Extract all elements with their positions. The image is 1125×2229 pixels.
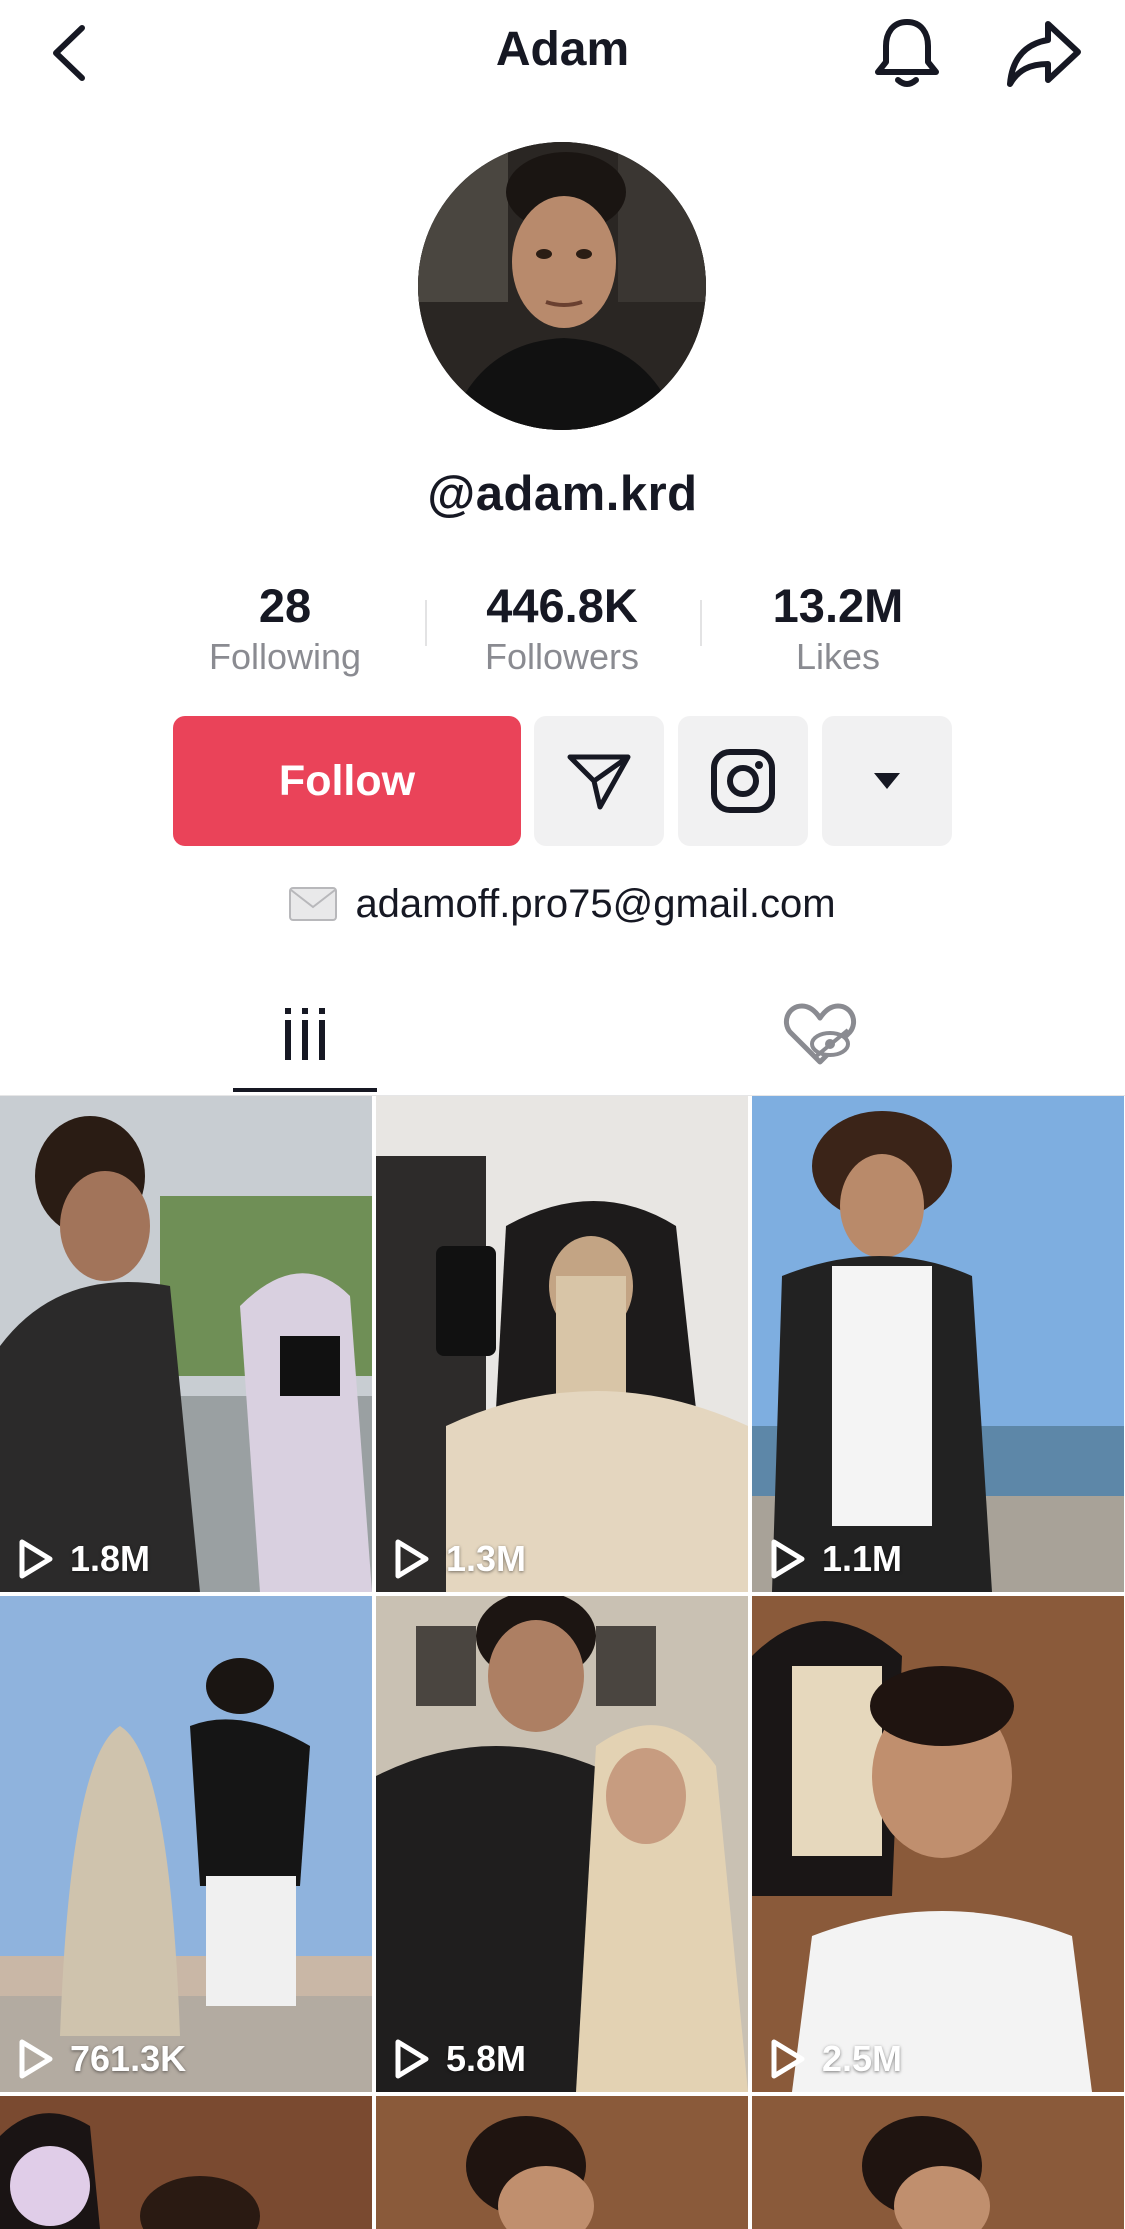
video-thumbnail[interactable] — [0, 2096, 372, 2229]
following-count: 28 — [258, 579, 312, 632]
video-thumbnail[interactable]: 1.8M — [0, 1096, 372, 1592]
following-stat[interactable]: 28 Following — [165, 578, 405, 680]
video-thumbnail[interactable]: 761.3K — [0, 1596, 372, 2092]
grid-bars-icon — [285, 1008, 325, 1060]
likes-label: Likes — [795, 636, 881, 677]
followers-label: Followers — [484, 636, 640, 677]
view-count: 5.8M — [394, 2038, 526, 2080]
video-thumbnail-image — [376, 2096, 748, 2229]
video-thumbnail[interactable]: 1.3M — [376, 1096, 748, 1592]
tab-videos[interactable] — [233, 980, 377, 1092]
profile-header: Adam — [0, 0, 1125, 110]
video-thumbnail[interactable] — [376, 2096, 748, 2229]
view-count: 2.5M — [770, 2038, 902, 2080]
video-thumbnail[interactable]: 5.8M — [376, 1596, 748, 2092]
active-tab-indicator — [233, 1088, 377, 1092]
view-count: 761.3K — [18, 2038, 186, 2080]
video-thumbnail-image — [0, 1096, 372, 1592]
instagram-icon — [711, 749, 775, 813]
follow-button[interactable]: Follow — [173, 716, 521, 846]
play-outline-icon — [771, 2039, 805, 2079]
heart-hidden-icon[interactable] — [780, 1000, 860, 1070]
avatar[interactable] — [418, 142, 706, 430]
caret-down-icon — [874, 773, 900, 789]
video-thumbnail[interactable]: 2.5M — [752, 1596, 1124, 2092]
stat-divider — [700, 600, 702, 646]
video-thumbnail-image — [0, 1596, 372, 2092]
view-count-text: 1.8M — [70, 1538, 151, 1579]
stat-divider — [425, 600, 427, 646]
following-label: Following — [208, 636, 362, 677]
profile-tabs — [0, 980, 1125, 1096]
likes-count: 13.2M — [772, 579, 904, 632]
envelope-icon — [289, 887, 338, 921]
likes-stat[interactable]: 13.2M Likes — [718, 578, 958, 680]
followers-count: 446.8K — [486, 579, 638, 632]
view-count-text: 1.3M — [446, 1538, 527, 1579]
video-thumbnail-image — [376, 1096, 748, 1592]
bio-email[interactable]: adamoff.pro75@gmail.com — [0, 882, 1125, 927]
video-thumbnail-image — [376, 1596, 748, 2092]
video-thumbnail[interactable]: 1.1M — [752, 1096, 1124, 1592]
play-outline-icon — [395, 1539, 429, 1579]
video-thumbnail-image — [0, 2096, 372, 2229]
avatar-image — [418, 142, 706, 430]
page-title: Adam — [495, 23, 630, 76]
video-grid: 1.8M 1.3M 1.1M 761.3K 5.8M 2.5M — [0, 1096, 1125, 2229]
share-arrow-icon[interactable] — [1004, 16, 1084, 90]
video-thumbnail-image — [752, 2096, 1124, 2229]
instagram-button[interactable] — [678, 716, 808, 846]
bell-icon[interactable] — [872, 14, 942, 90]
view-count-text: 5.8M — [446, 2038, 527, 2079]
video-thumbnail-image — [752, 1096, 1124, 1592]
play-outline-icon — [19, 2039, 53, 2079]
view-count: 1.3M — [394, 1538, 526, 1580]
video-thumbnail[interactable] — [752, 2096, 1124, 2229]
view-count: 1.1M — [770, 1538, 902, 1580]
paper-plane-icon — [567, 754, 631, 810]
message-button[interactable] — [534, 716, 664, 846]
video-thumbnail-image — [752, 1596, 1124, 2092]
email-text: adamoff.pro75@gmail.com — [355, 882, 836, 926]
view-count-text: 761.3K — [70, 2038, 187, 2079]
followers-stat[interactable]: 446.8K Followers — [442, 578, 682, 680]
view-count-text: 1.1M — [822, 1538, 903, 1579]
play-outline-icon — [395, 2039, 429, 2079]
play-outline-icon — [19, 1539, 53, 1579]
more-options-button[interactable] — [822, 716, 952, 846]
username: @adam.krd — [427, 467, 698, 521]
view-count: 1.8M — [18, 1538, 150, 1580]
play-outline-icon — [771, 1539, 805, 1579]
view-count-text: 2.5M — [822, 2038, 903, 2079]
